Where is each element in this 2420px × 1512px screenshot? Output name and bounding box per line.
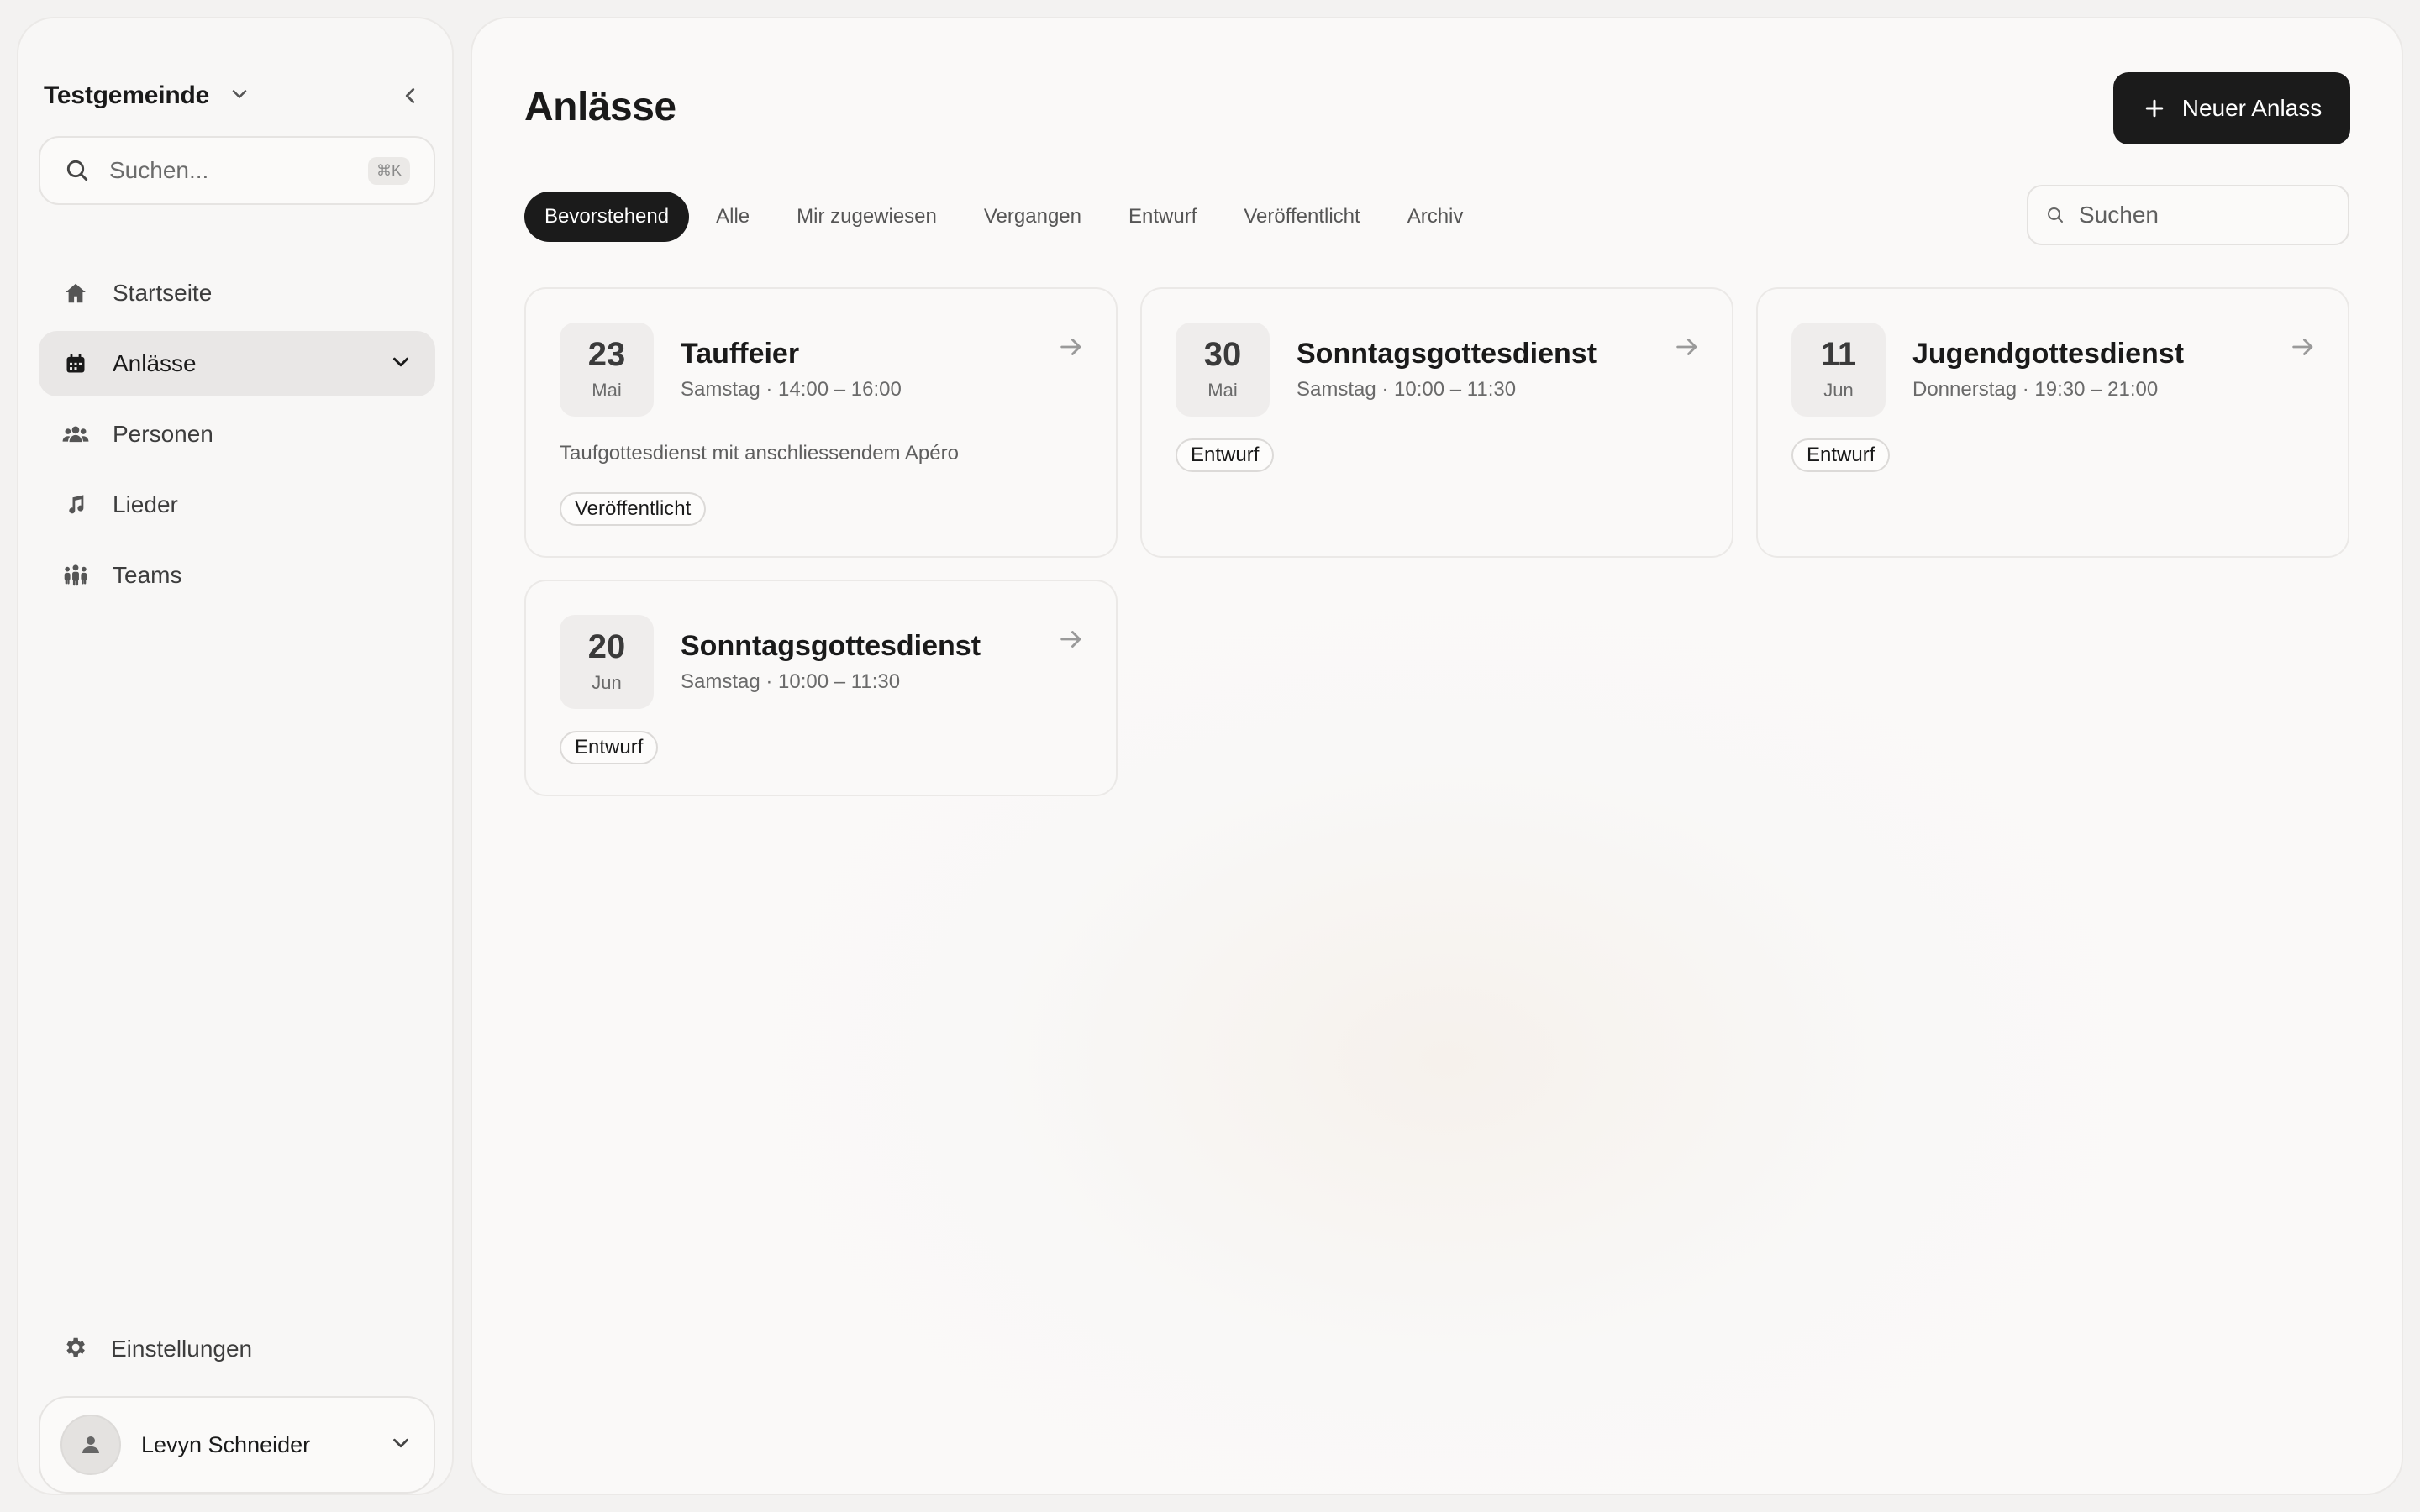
sidebar-item-label: Teams bbox=[113, 562, 182, 588]
sidebar-item-label: Lieder bbox=[113, 491, 178, 517]
event-card[interactable]: 20 Jun Sonntagsgottesdienst Samstag · 10… bbox=[524, 580, 1118, 796]
calendar-icon bbox=[62, 350, 89, 377]
chevron-down-icon bbox=[388, 1431, 413, 1460]
status-badge: Veröffentlicht bbox=[560, 492, 707, 526]
event-title: Sonntagsgottesdienst bbox=[681, 630, 981, 662]
team-icon bbox=[62, 562, 89, 589]
arrow-right-icon bbox=[1673, 333, 1702, 365]
sidebar-search-placeholder: Suchen... bbox=[109, 157, 209, 183]
sidebar-nav: Startseite Anlässe Personen Lieder Teams bbox=[39, 260, 435, 613]
event-time: Samstag · 10:00 – 11:30 bbox=[681, 670, 901, 693]
event-search[interactable] bbox=[2027, 185, 2349, 245]
status-badge: Entwurf bbox=[560, 731, 659, 764]
settings-label: Einstellungen bbox=[111, 1336, 253, 1362]
event-day: 11 bbox=[1820, 336, 1857, 373]
page-title: Anlässe bbox=[524, 85, 676, 129]
event-month: Mai bbox=[1207, 380, 1238, 401]
event-month: Mai bbox=[592, 380, 622, 401]
event-time: Samstag · 10:00 – 11:30 bbox=[1297, 378, 1517, 401]
search-shortcut-badge: ⌘K bbox=[367, 156, 410, 185]
tab-archiv[interactable]: Archiv bbox=[1387, 192, 1484, 242]
search-icon bbox=[2048, 207, 2063, 223]
status-badge: Entwurf bbox=[1791, 438, 1891, 472]
status-badge: Entwurf bbox=[1176, 438, 1275, 472]
sidebar-item-anlaesse[interactable]: Anlässe bbox=[39, 331, 435, 396]
date-badge: 11 Jun bbox=[1791, 323, 1886, 417]
home-icon bbox=[62, 280, 89, 307]
search-icon bbox=[66, 160, 88, 181]
sidebar: Testgemeinde Suchen... ⌘K Startseite Anl… bbox=[17, 17, 454, 1495]
date-badge: 23 Mai bbox=[560, 323, 654, 417]
event-title: Tauffeier bbox=[681, 338, 800, 370]
user-menu[interactable]: Levyn Schneider bbox=[39, 1396, 435, 1494]
chevron-down-icon bbox=[228, 82, 251, 110]
arrow-right-icon bbox=[1057, 333, 1086, 365]
tab-veroeffentlicht[interactable]: Veröffentlicht bbox=[1223, 192, 1380, 242]
avatar bbox=[60, 1415, 121, 1475]
new-event-button-label: Neuer Anlass bbox=[2181, 95, 2323, 121]
org-name: Testgemeinde bbox=[44, 81, 210, 109]
tab-entwurf[interactable]: Entwurf bbox=[1108, 192, 1217, 242]
date-badge: 30 Mai bbox=[1176, 323, 1270, 417]
event-time: Samstag · 14:00 – 16:00 bbox=[681, 378, 902, 401]
tab-vergangen[interactable]: Vergangen bbox=[964, 192, 1102, 242]
user-name: Levyn Schneider bbox=[141, 1431, 311, 1457]
event-title: Jugendgottesdienst bbox=[1912, 338, 2185, 370]
chevron-left-icon bbox=[405, 88, 415, 103]
tab-bevorstehend[interactable]: Bevorstehend bbox=[524, 192, 690, 242]
event-day: 23 bbox=[587, 336, 626, 373]
event-month: Jun bbox=[1823, 380, 1854, 401]
event-card[interactable]: 11 Jun Jugendgottesdienst Donnerstag · 1… bbox=[1756, 287, 2349, 558]
sidebar-item-label: Anlässe bbox=[113, 350, 197, 376]
music-note-icon bbox=[62, 491, 89, 518]
event-day: 30 bbox=[1203, 336, 1242, 373]
sidebar-item-teams[interactable]: Teams bbox=[39, 543, 435, 608]
main-panel: Anlässe Neuer Anlass Bevorstehend Alle M… bbox=[471, 17, 2403, 1495]
sidebar-search[interactable]: Suchen... ⌘K bbox=[39, 136, 435, 205]
sidebar-item-label: Personen bbox=[113, 421, 213, 447]
event-time: Donnerstag · 19:30 – 21:00 bbox=[1912, 378, 2159, 401]
event-day: 20 bbox=[587, 628, 626, 665]
event-description: Taufgottesdienst mit anschliessendem Apé… bbox=[560, 442, 959, 465]
sidebar-item-label: Startseite bbox=[113, 280, 213, 306]
chevron-down-icon[interactable] bbox=[388, 349, 413, 379]
event-card[interactable]: 30 Mai Sonntagsgottesdienst Samstag · 10… bbox=[1140, 287, 1733, 558]
search-input[interactable] bbox=[2079, 202, 2331, 228]
event-card[interactable]: 23 Mai Tauffeier Samstag · 14:00 – 16:00… bbox=[524, 287, 1118, 558]
tab-alle[interactable]: Alle bbox=[696, 192, 770, 242]
gear-icon bbox=[62, 1335, 87, 1364]
event-title: Sonntagsgottesdienst bbox=[1297, 338, 1597, 370]
collapse-sidebar-button[interactable] bbox=[390, 76, 430, 116]
sidebar-item-startseite[interactable]: Startseite bbox=[39, 260, 435, 326]
tab-mir-zugewiesen[interactable]: Mir zugewiesen bbox=[776, 192, 957, 242]
date-badge: 20 Jun bbox=[560, 615, 654, 709]
sidebar-item-lieder[interactable]: Lieder bbox=[39, 472, 435, 538]
filter-tabs: Bevorstehend Alle Mir zugewiesen Vergang… bbox=[524, 192, 1483, 242]
new-event-button[interactable]: Neuer Anlass bbox=[2113, 72, 2350, 144]
user-icon bbox=[82, 1436, 99, 1453]
sidebar-item-einstellungen[interactable]: Einstellungen bbox=[39, 1316, 435, 1382]
plus-icon bbox=[2145, 99, 2163, 118]
arrow-right-icon bbox=[2289, 333, 2317, 365]
sidebar-item-personen[interactable]: Personen bbox=[39, 402, 435, 467]
arrow-right-icon bbox=[1057, 625, 1086, 658]
org-switcher[interactable]: Testgemeinde bbox=[44, 77, 251, 114]
people-icon bbox=[62, 421, 89, 448]
event-month: Jun bbox=[592, 672, 622, 693]
